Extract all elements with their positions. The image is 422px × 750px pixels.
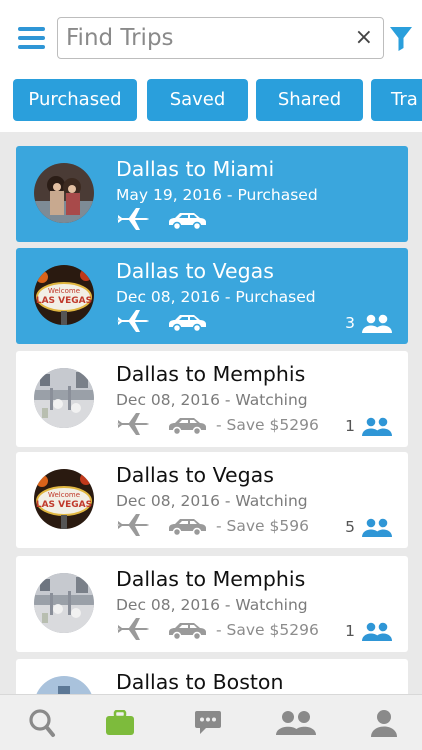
flight-icon [117,310,149,332]
tab-purchased[interactable]: Purchased [13,79,137,121]
filter-icon[interactable] [389,26,413,51]
trip-savings: - Save $5296 [216,416,319,434]
profile-icon [371,710,397,737]
group-icon [362,314,392,333]
tab-travel[interactable]: Tra [371,79,422,121]
trip-savings: - Save $5296 [216,621,319,639]
trip-title: Dallas to Vegas [116,463,274,487]
traveler-count: 3 [345,314,355,332]
tab-saved[interactable]: Saved [147,79,248,121]
briefcase-icon [106,710,134,735]
svg-text:LAS VEGAS: LAS VEGAS [36,500,92,510]
menu-icon[interactable] [18,27,45,49]
car-icon [169,623,206,640]
car-icon [169,519,206,536]
car-icon [169,418,206,435]
nav-profile[interactable] [342,695,422,750]
trip-image [34,573,94,633]
trip-title: Dallas to Boston [116,670,284,694]
trip-date-status: Dec 08, 2016 - Watching [116,492,308,510]
trip-card[interactable]: Welcome LAS VEGAS Dallas to Vegas Dec 08, 2… [16,452,408,548]
search-box: × [57,17,384,59]
nav-search[interactable] [0,695,84,750]
car-icon [169,213,206,230]
bottom-nav [0,694,422,750]
nav-friends[interactable] [254,695,338,750]
nav-messages[interactable] [166,695,250,750]
trip-title: Dallas to Vegas [116,259,274,283]
flight-icon [117,618,149,640]
clear-search-icon[interactable]: × [355,23,373,53]
traveler-count: 1 [345,417,355,435]
svg-text:Welcome: Welcome [48,287,80,295]
trip-date-status: Dec 08, 2016 - Purchased [116,288,316,306]
trip-title: Dallas to Miami [116,157,275,181]
trip-title: Dallas to Memphis [116,567,306,591]
flight-icon [117,413,149,435]
group-icon [276,711,316,735]
trip-card[interactable]: Dallas to Memphis Dec 08, 2016 - Watching… [16,351,408,447]
group-icon [362,518,392,537]
header: × Purchased Saved Shared Tra [0,0,422,132]
trip-savings: - Save $596 [216,517,309,535]
car-icon [169,315,206,332]
trip-image: Welcome LAS VEGAS [34,469,94,529]
trip-image [34,368,94,428]
group-icon [362,417,392,436]
trip-title: Dallas to Memphis [116,362,306,386]
trip-card[interactable]: Dallas to Memphis Dec 08, 2016 - Watching… [16,556,408,652]
chat-icon [195,711,221,734]
svg-text:LAS VEGAS: LAS VEGAS [36,296,92,306]
flight-icon [117,514,149,536]
traveler-count: 5 [345,518,355,536]
nav-trips[interactable] [78,695,162,750]
app-screen: × Purchased Saved Shared Tra Dallas to M… [0,0,422,750]
trip-image [34,163,94,223]
tab-shared[interactable]: Shared [256,79,363,121]
svg-text:Welcome: Welcome [48,491,80,499]
group-icon [362,622,392,641]
search-input[interactable] [66,22,351,54]
trip-date-status: Dec 08, 2016 - Watching [116,596,308,614]
traveler-count: 1 [345,622,355,640]
search-icon [29,709,55,737]
flight-icon [117,208,149,230]
trip-date-status: May 19, 2016 - Purchased [116,186,318,204]
trip-date-status: Dec 08, 2016 - Watching [116,391,308,409]
trip-image: Welcome LAS VEGAS [34,265,94,325]
trip-card[interactable]: Welcome LAS VEGAS Dallas to Vegas Dec 08, 2… [16,248,408,344]
trip-card[interactable]: Dallas to Miami May 19, 2016 - Purchased [16,146,408,242]
tab-bar: Purchased Saved Shared Tra [0,79,422,121]
